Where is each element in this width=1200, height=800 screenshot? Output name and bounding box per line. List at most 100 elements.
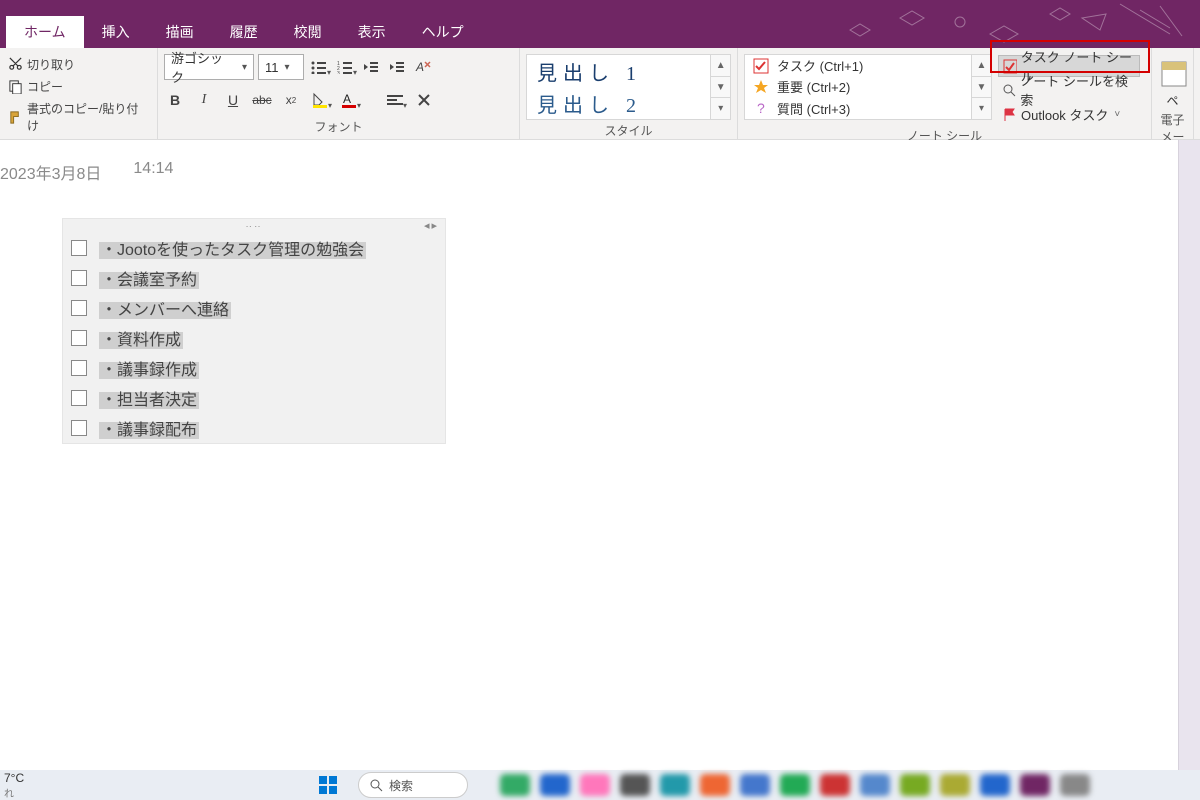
- styles-scroll-down[interactable]: ▼: [711, 76, 730, 98]
- clear-format-icon: A: [415, 59, 431, 75]
- todo-text: ・メンバーへ連絡: [99, 296, 231, 320]
- align-icon: [387, 93, 403, 107]
- italic-button[interactable]: I: [193, 89, 215, 111]
- outlook-tasks-button[interactable]: Outlook タスク ˅: [998, 103, 1140, 125]
- styles-scroll-up[interactable]: ▲: [711, 55, 730, 76]
- page-side-panel[interactable]: [1178, 140, 1200, 770]
- flag-icon: [1002, 107, 1017, 122]
- todo-item[interactable]: ・メンバーへ連絡: [63, 293, 445, 323]
- todo-item[interactable]: ・会議室予約: [63, 263, 445, 293]
- strike-button[interactable]: abc: [251, 89, 273, 111]
- todo-checkbox[interactable]: [71, 300, 87, 316]
- cut-label: 切り取り: [27, 56, 75, 73]
- delete-button[interactable]: [413, 89, 435, 111]
- taskbar-search[interactable]: 検索: [358, 772, 468, 798]
- page-canvas[interactable]: 2023年3月8日 14:14 ‥‥◂▸ ・Jootoを使ったタスク管理の勉強会…: [0, 140, 1200, 770]
- align-button[interactable]: [384, 89, 406, 111]
- style-heading2[interactable]: 見出し 2: [527, 87, 710, 119]
- outlook-tasks-label: Outlook タスク: [1021, 105, 1108, 124]
- numbering-button[interactable]: 123: [334, 56, 356, 78]
- weather-temp: 7°C: [4, 771, 68, 785]
- format-painter-button[interactable]: 書式のコピー/貼り付け: [6, 98, 151, 136]
- tab-draw[interactable]: 描画: [148, 16, 212, 48]
- tab-view[interactable]: 表示: [340, 16, 404, 48]
- x-icon: [416, 92, 432, 108]
- tag-question[interactable]: ? 質問 (Ctrl+3): [745, 98, 971, 119]
- brush-icon: [8, 110, 23, 125]
- tags-gallery[interactable]: タスク (Ctrl+1) 重要 (Ctrl+2) ? 質問 (Ctrl+3): [744, 54, 972, 120]
- resize-handle[interactable]: ◂▸: [424, 219, 439, 232]
- indent-button[interactable]: [386, 56, 408, 78]
- bold-button[interactable]: B: [164, 89, 186, 111]
- copy-icon: [8, 79, 23, 94]
- todo-text: ・Jootoを使ったタスク管理の勉強会: [99, 236, 366, 260]
- todo-checkbox[interactable]: [71, 420, 87, 436]
- tags-scroll-down[interactable]: ▼: [972, 76, 991, 98]
- styles-expand[interactable]: ▾: [711, 97, 730, 119]
- bullets-button[interactable]: [308, 56, 330, 78]
- font-size-select[interactable]: 11: [258, 54, 304, 80]
- weather-widget[interactable]: 7°C れ: [0, 771, 68, 800]
- todo-item[interactable]: ・議事録配布: [63, 413, 445, 443]
- page-time: 14:14: [133, 160, 173, 184]
- tags-scroll-up[interactable]: ▲: [972, 55, 991, 76]
- tab-home[interactable]: ホーム: [6, 16, 84, 48]
- checkbox-icon: [753, 58, 769, 74]
- taskbar-blurred-apps: [490, 770, 1200, 800]
- highlight-button[interactable]: [309, 89, 331, 111]
- font-group-label: フォント: [164, 116, 513, 139]
- cut-button[interactable]: 切り取り: [6, 54, 151, 75]
- page-date: 2023年3月8日: [0, 160, 101, 184]
- tab-history[interactable]: 履歴: [212, 16, 276, 48]
- highlight-icon: [311, 91, 329, 109]
- tag-task-label: タスク (Ctrl+1): [777, 56, 863, 75]
- copy-button[interactable]: コピー: [6, 76, 151, 97]
- find-tags-button[interactable]: ノート シールを検索: [998, 79, 1140, 101]
- styles-scroll: ▲ ▼ ▾: [711, 54, 731, 120]
- font-name-select[interactable]: 游ゴシック: [164, 54, 254, 80]
- tab-help[interactable]: ヘルプ: [404, 16, 482, 48]
- styles-gallery[interactable]: 見出し 1 見出し 2: [526, 54, 711, 120]
- tab-insert[interactable]: 挿入: [84, 16, 148, 48]
- ribbon: 切り取り コピー 書式のコピー/貼り付け クリップボード 游ゴシック 11 12…: [0, 48, 1200, 140]
- font-color-icon: A: [340, 91, 358, 109]
- todo-item[interactable]: ・議事録作成: [63, 353, 445, 383]
- tag-question-label: 質問 (Ctrl+3): [777, 99, 850, 118]
- email-page-icon[interactable]: [1158, 56, 1190, 92]
- font-color-button[interactable]: A: [338, 89, 360, 111]
- todo-checkbox[interactable]: [71, 270, 87, 286]
- tags-expand[interactable]: ▾: [972, 97, 991, 119]
- format-painter-label: 書式のコピー/貼り付け: [27, 100, 149, 134]
- checkbox-icon: [1003, 59, 1017, 74]
- bullets-icon: [311, 60, 327, 74]
- todo-text: ・資料作成: [99, 326, 183, 350]
- underline-button[interactable]: U: [222, 89, 244, 111]
- tag-important[interactable]: 重要 (Ctrl+2): [745, 76, 971, 97]
- note-container[interactable]: ‥‥◂▸ ・Jootoを使ったタスク管理の勉強会・会議室予約・メンバーへ連絡・資…: [62, 218, 446, 444]
- todo-text: ・会議室予約: [99, 266, 199, 290]
- tab-review[interactable]: 校閲: [276, 16, 340, 48]
- windows-taskbar[interactable]: 7°C れ 検索: [0, 770, 1200, 800]
- todo-checkbox[interactable]: [71, 390, 87, 406]
- todo-item[interactable]: ・資料作成: [63, 323, 445, 353]
- star-icon: [753, 79, 769, 95]
- windows-start-icon[interactable]: [318, 775, 338, 795]
- clear-format-button[interactable]: A: [412, 56, 434, 78]
- outdent-button[interactable]: [360, 56, 382, 78]
- subscript-button[interactable]: x2: [280, 89, 302, 111]
- todo-item[interactable]: ・Jootoを使ったタスク管理の勉強会: [63, 233, 445, 263]
- todo-checkbox[interactable]: [71, 240, 87, 256]
- note-grip[interactable]: ‥‥◂▸: [63, 219, 445, 233]
- scissors-icon: [8, 57, 23, 72]
- todo-checkbox[interactable]: [71, 330, 87, 346]
- tags-scroll: ▲ ▼ ▾: [972, 54, 992, 120]
- font-name-value: 游ゴシック: [171, 48, 236, 86]
- style-heading1[interactable]: 見出し 1: [527, 55, 710, 87]
- todo-checkbox[interactable]: [71, 360, 87, 376]
- todo-item[interactable]: ・担当者決定: [63, 383, 445, 413]
- tag-task[interactable]: タスク (Ctrl+1): [745, 55, 971, 76]
- indent-icon: [389, 60, 405, 74]
- svg-text:3: 3: [337, 71, 340, 74]
- decorative-pattern: [840, 0, 1200, 48]
- todo-text: ・議事録作成: [99, 356, 199, 380]
